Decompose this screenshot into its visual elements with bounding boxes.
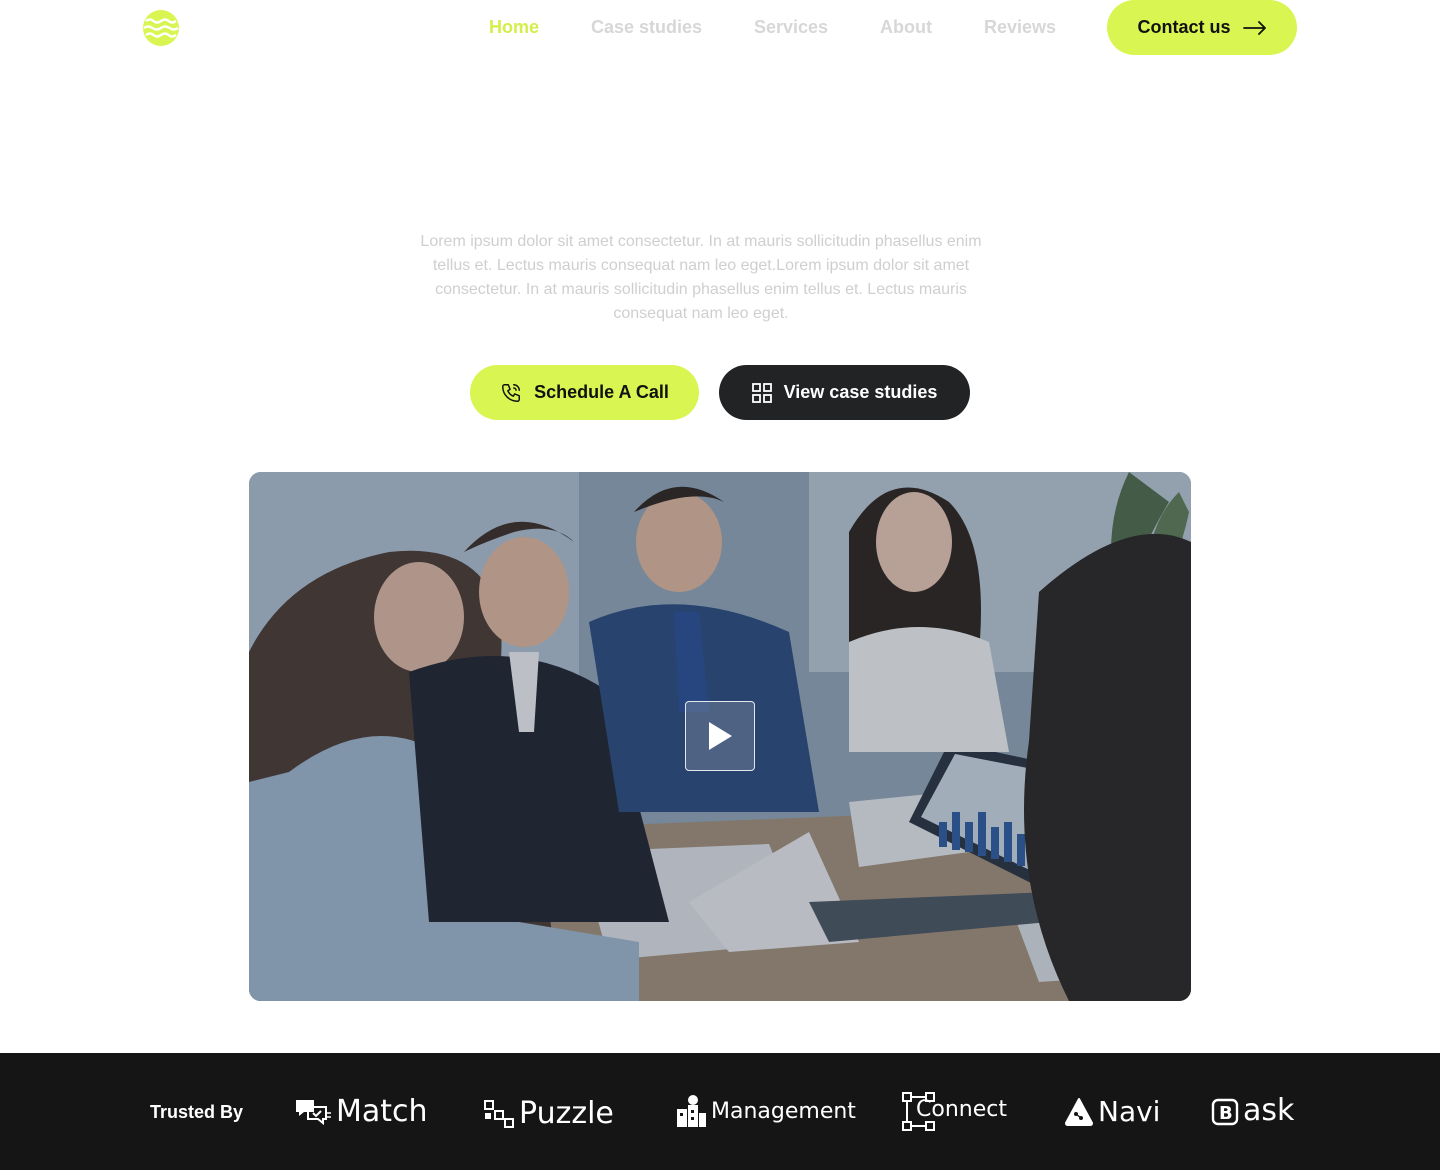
play-icon: [709, 722, 732, 750]
schedule-call-button[interactable]: Schedule A Call: [470, 365, 699, 420]
connect-nodes-icon: [902, 1092, 935, 1131]
brand-management: Management: [675, 1093, 856, 1129]
brand-navi: Navi: [1064, 1095, 1160, 1128]
navi-triangle-icon: [1065, 1097, 1093, 1126]
view-case-studies-button[interactable]: View case studies: [719, 365, 970, 420]
nav-case-studies[interactable]: Case studies: [591, 17, 702, 38]
contact-us-button[interactable]: Contact us: [1107, 0, 1297, 55]
hero-description: Lorem ipsum dolor sit amet consectetur. …: [420, 233, 982, 322]
trusted-by-bar: Trusted By Match Puzzle Management Conne…: [0, 1053, 1440, 1170]
brand-navi-label: Navi: [1098, 1095, 1161, 1128]
buildings-gear-icon: [677, 1095, 706, 1127]
brand-connect: Connect: [902, 1091, 1007, 1131]
chat-bubbles-icon: [296, 1099, 331, 1125]
nav-reviews[interactable]: Reviews: [984, 17, 1056, 38]
contact-us-label: Contact us: [1137, 17, 1231, 37]
page: Home Case studies Services About Reviews…: [0, 0, 1440, 1170]
brand-management-label: Management: [711, 1098, 856, 1124]
play-button[interactable]: [685, 701, 755, 771]
brand-match: Match: [294, 1094, 428, 1129]
view-case-studies-label: View case studies: [783, 382, 938, 402]
phone-call-icon: [502, 383, 521, 402]
trusted-by-label: Trusted By: [150, 1102, 244, 1122]
nav-home[interactable]: Home: [489, 17, 539, 38]
schedule-call-label: Schedule A Call: [534, 382, 669, 402]
puzzle-steps-icon: [484, 1099, 514, 1128]
brand-puzzle: Puzzle: [483, 1096, 614, 1131]
nav-services[interactable]: Services: [754, 17, 828, 38]
nav-about[interactable]: About: [880, 17, 932, 38]
brand-puzzle-label: Puzzle: [519, 1096, 614, 1131]
brand-match-label: Match: [336, 1094, 428, 1129]
arrow-right-icon: [1242, 20, 1266, 35]
b-box-icon: B: [1211, 1098, 1239, 1125]
waves-logo-icon[interactable]: [143, 10, 179, 46]
top-nav: Home Case studies Services About Reviews…: [0, 0, 1440, 56]
brand-bask-label: ask: [1243, 1093, 1295, 1128]
brand-bask: B ask: [1211, 1093, 1294, 1128]
hero-video[interactable]: [249, 472, 1191, 1001]
grid-icon: [751, 382, 772, 403]
svg-text:B: B: [1219, 1103, 1233, 1124]
